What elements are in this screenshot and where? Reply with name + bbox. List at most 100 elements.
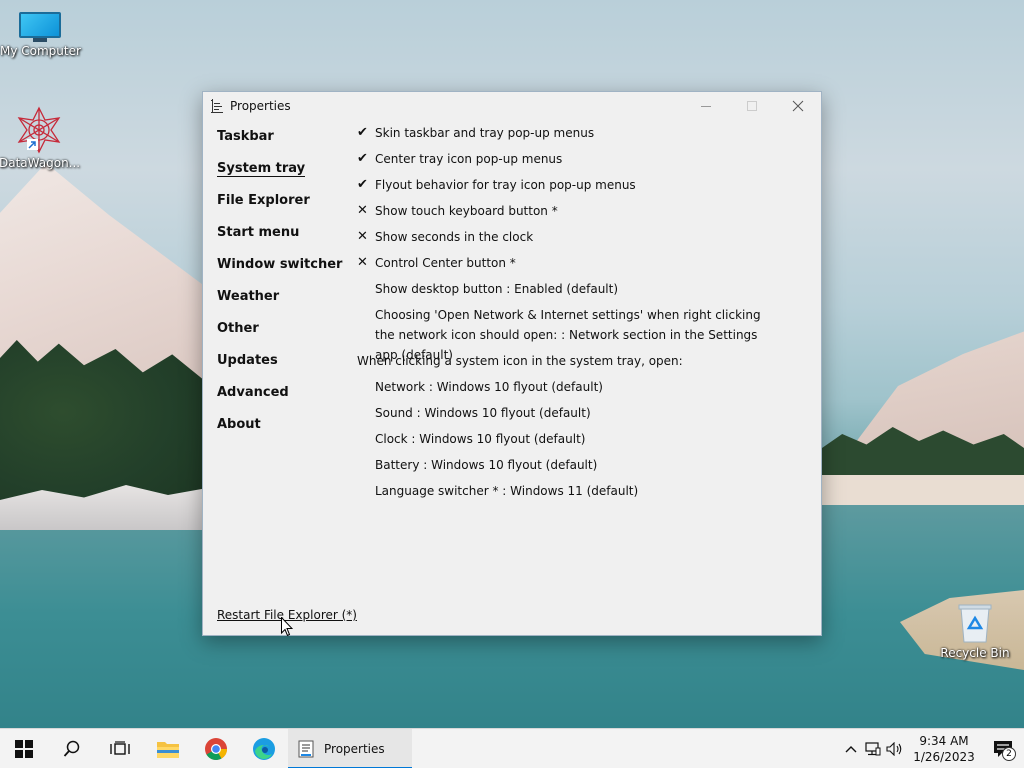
volume-tray-button[interactable] bbox=[884, 729, 906, 768]
desktop-icon-label: Recycle Bin bbox=[940, 646, 1010, 660]
chrome-icon bbox=[205, 737, 227, 760]
option-network-settings[interactable]: Choosing 'Open Network & Internet settin… bbox=[357, 305, 807, 362]
task-view-button[interactable] bbox=[96, 729, 144, 768]
edge-icon bbox=[253, 737, 275, 760]
search-button[interactable] bbox=[48, 729, 96, 768]
taskbar-app-properties[interactable]: Properties bbox=[288, 728, 412, 768]
option-label: Choosing 'Open Network & Internet settin… bbox=[375, 308, 761, 362]
nav-item-label: File Explorer bbox=[217, 193, 310, 208]
nav-item-system-tray[interactable]: System tray bbox=[217, 158, 347, 190]
option-control-center[interactable]: ✕ Control Center button * bbox=[357, 253, 807, 279]
nav-item-window-switcher[interactable]: Window switcher bbox=[217, 254, 347, 286]
speaker-icon bbox=[886, 742, 902, 756]
desktop-icon-datawagon[interactable]: DataWagon... bbox=[0, 106, 81, 170]
nav-item-weather[interactable]: Weather bbox=[217, 286, 347, 318]
option-network-flyout[interactable]: Network : Windows 10 flyout (default) bbox=[357, 377, 807, 403]
windows-logo-icon bbox=[15, 739, 33, 758]
system-tray: 9:34 AM 1/26/2023 2 bbox=[840, 729, 1024, 768]
minimize-button[interactable] bbox=[683, 92, 729, 120]
settings-content: ✔ Skin taskbar and tray pop-up menus ✔ C… bbox=[357, 123, 807, 507]
task-view-icon bbox=[110, 740, 130, 755]
option-label: Language switcher * : Windows 11 (defaul… bbox=[375, 484, 639, 498]
taskbar: Properties 9:34 AM 1/26/2023 2 bbox=[0, 728, 1024, 768]
nav-item-label: Other bbox=[217, 321, 259, 336]
option-flyout-behavior[interactable]: ✔ Flyout behavior for tray icon pop-up m… bbox=[357, 175, 807, 201]
option-battery-flyout[interactable]: Battery : Windows 10 flyout (default) bbox=[357, 455, 807, 481]
properties-app-icon bbox=[298, 740, 314, 757]
option-label: Skin taskbar and tray pop-up menus bbox=[375, 126, 595, 140]
nav-item-label: Start menu bbox=[217, 225, 300, 240]
maximize-icon bbox=[747, 101, 757, 111]
chrome-taskbar-button[interactable] bbox=[192, 729, 240, 768]
checked-icon: ✔ bbox=[357, 177, 368, 192]
unchecked-x-icon: ✕ bbox=[357, 203, 368, 218]
clock-date: 1/26/2023 bbox=[913, 750, 975, 764]
settings-nav: Taskbar System tray File Explorer Start … bbox=[217, 126, 347, 446]
option-label: Sound : Windows 10 flyout (default) bbox=[375, 406, 591, 420]
option-touch-keyboard[interactable]: ✕ Show touch keyboard button * bbox=[357, 201, 807, 227]
folder-icon bbox=[157, 741, 179, 758]
nav-item-label: Taskbar bbox=[217, 129, 274, 144]
option-label: Center tray icon pop-up menus bbox=[375, 152, 563, 166]
desktop-icon-my-computer[interactable]: My Computer bbox=[0, 12, 81, 58]
nav-item-other[interactable]: Other bbox=[217, 318, 347, 350]
action-center-button[interactable]: 2 bbox=[982, 729, 1024, 768]
nav-item-label: Advanced bbox=[217, 385, 289, 400]
window-titlebar[interactable]: Properties bbox=[203, 92, 821, 120]
checked-icon: ✔ bbox=[357, 151, 368, 166]
start-button[interactable] bbox=[0, 729, 48, 768]
nav-item-label: Updates bbox=[217, 353, 278, 368]
desktop-icon-label: DataWagon... bbox=[0, 156, 81, 170]
computer-icon bbox=[19, 12, 61, 42]
nav-item-label: Window switcher bbox=[217, 257, 343, 272]
option-label: Clock : Windows 10 flyout (default) bbox=[375, 432, 586, 446]
taskbar-clock[interactable]: 9:34 AM 1/26/2023 bbox=[906, 733, 982, 765]
section-label: When clicking a system icon in the syste… bbox=[357, 354, 683, 368]
wallpaper-shore bbox=[822, 475, 1024, 505]
system-icon-header: When clicking a system icon in the syste… bbox=[357, 351, 807, 377]
nav-item-updates[interactable]: Updates bbox=[217, 350, 347, 382]
option-label: Show touch keyboard button * bbox=[375, 204, 558, 218]
close-icon bbox=[792, 100, 804, 112]
option-label: Network : Windows 10 flyout (default) bbox=[375, 380, 603, 394]
option-clock-flyout[interactable]: Clock : Windows 10 flyout (default) bbox=[357, 429, 807, 455]
checked-icon: ✔ bbox=[357, 125, 368, 140]
minimize-icon bbox=[701, 105, 711, 107]
properties-app-icon bbox=[211, 99, 223, 113]
option-sound-flyout[interactable]: Sound : Windows 10 flyout (default) bbox=[357, 403, 807, 429]
nav-item-start-menu[interactable]: Start menu bbox=[217, 222, 347, 254]
file-explorer-taskbar-button[interactable] bbox=[144, 729, 192, 768]
unchecked-x-icon: ✕ bbox=[357, 255, 368, 270]
network-icon bbox=[865, 742, 881, 756]
clock-time: 9:34 AM bbox=[919, 734, 969, 748]
search-icon bbox=[63, 740, 80, 757]
option-show-desktop[interactable]: Show desktop button : Enabled (default) bbox=[357, 279, 807, 305]
option-label: Show desktop button : Enabled (default) bbox=[375, 282, 619, 296]
option-language-switcher[interactable]: Language switcher * : Windows 11 (defaul… bbox=[357, 481, 807, 507]
properties-window: Properties Taskbar System tray File Expl… bbox=[202, 91, 822, 636]
option-seconds-clock[interactable]: ✕ Show seconds in the clock bbox=[357, 227, 807, 253]
nav-item-about[interactable]: About bbox=[217, 414, 347, 446]
mouse-cursor-icon bbox=[281, 617, 293, 637]
option-center-tray-menus[interactable]: ✔ Center tray icon pop-up menus bbox=[357, 149, 807, 175]
notification-count-badge: 2 bbox=[1002, 747, 1016, 761]
option-label: Show seconds in the clock bbox=[375, 230, 534, 244]
maximize-button[interactable] bbox=[729, 92, 775, 120]
option-label: Control Center button * bbox=[375, 256, 516, 270]
nav-item-label: System tray bbox=[217, 161, 306, 177]
network-tray-button[interactable] bbox=[862, 729, 884, 768]
nav-item-advanced[interactable]: Advanced bbox=[217, 382, 347, 414]
taskbar-app-label: Properties bbox=[324, 741, 385, 756]
datawagon-logo-icon bbox=[17, 106, 61, 154]
nav-item-taskbar[interactable]: Taskbar bbox=[217, 126, 347, 158]
recycle-bin-icon bbox=[958, 604, 992, 643]
option-label: Flyout behavior for tray icon pop-up men… bbox=[375, 178, 636, 192]
option-skin-tray-menus[interactable]: ✔ Skin taskbar and tray pop-up menus bbox=[357, 123, 807, 149]
close-button[interactable] bbox=[775, 92, 821, 120]
show-hidden-icons-button[interactable] bbox=[840, 729, 862, 768]
edge-taskbar-button[interactable] bbox=[240, 729, 288, 768]
desktop-icon-recycle-bin[interactable]: Recycle Bin bbox=[935, 602, 1015, 660]
desktop-icon-label: My Computer bbox=[0, 44, 81, 58]
nav-item-file-explorer[interactable]: File Explorer bbox=[217, 190, 347, 222]
chevron-up-icon bbox=[845, 746, 857, 753]
